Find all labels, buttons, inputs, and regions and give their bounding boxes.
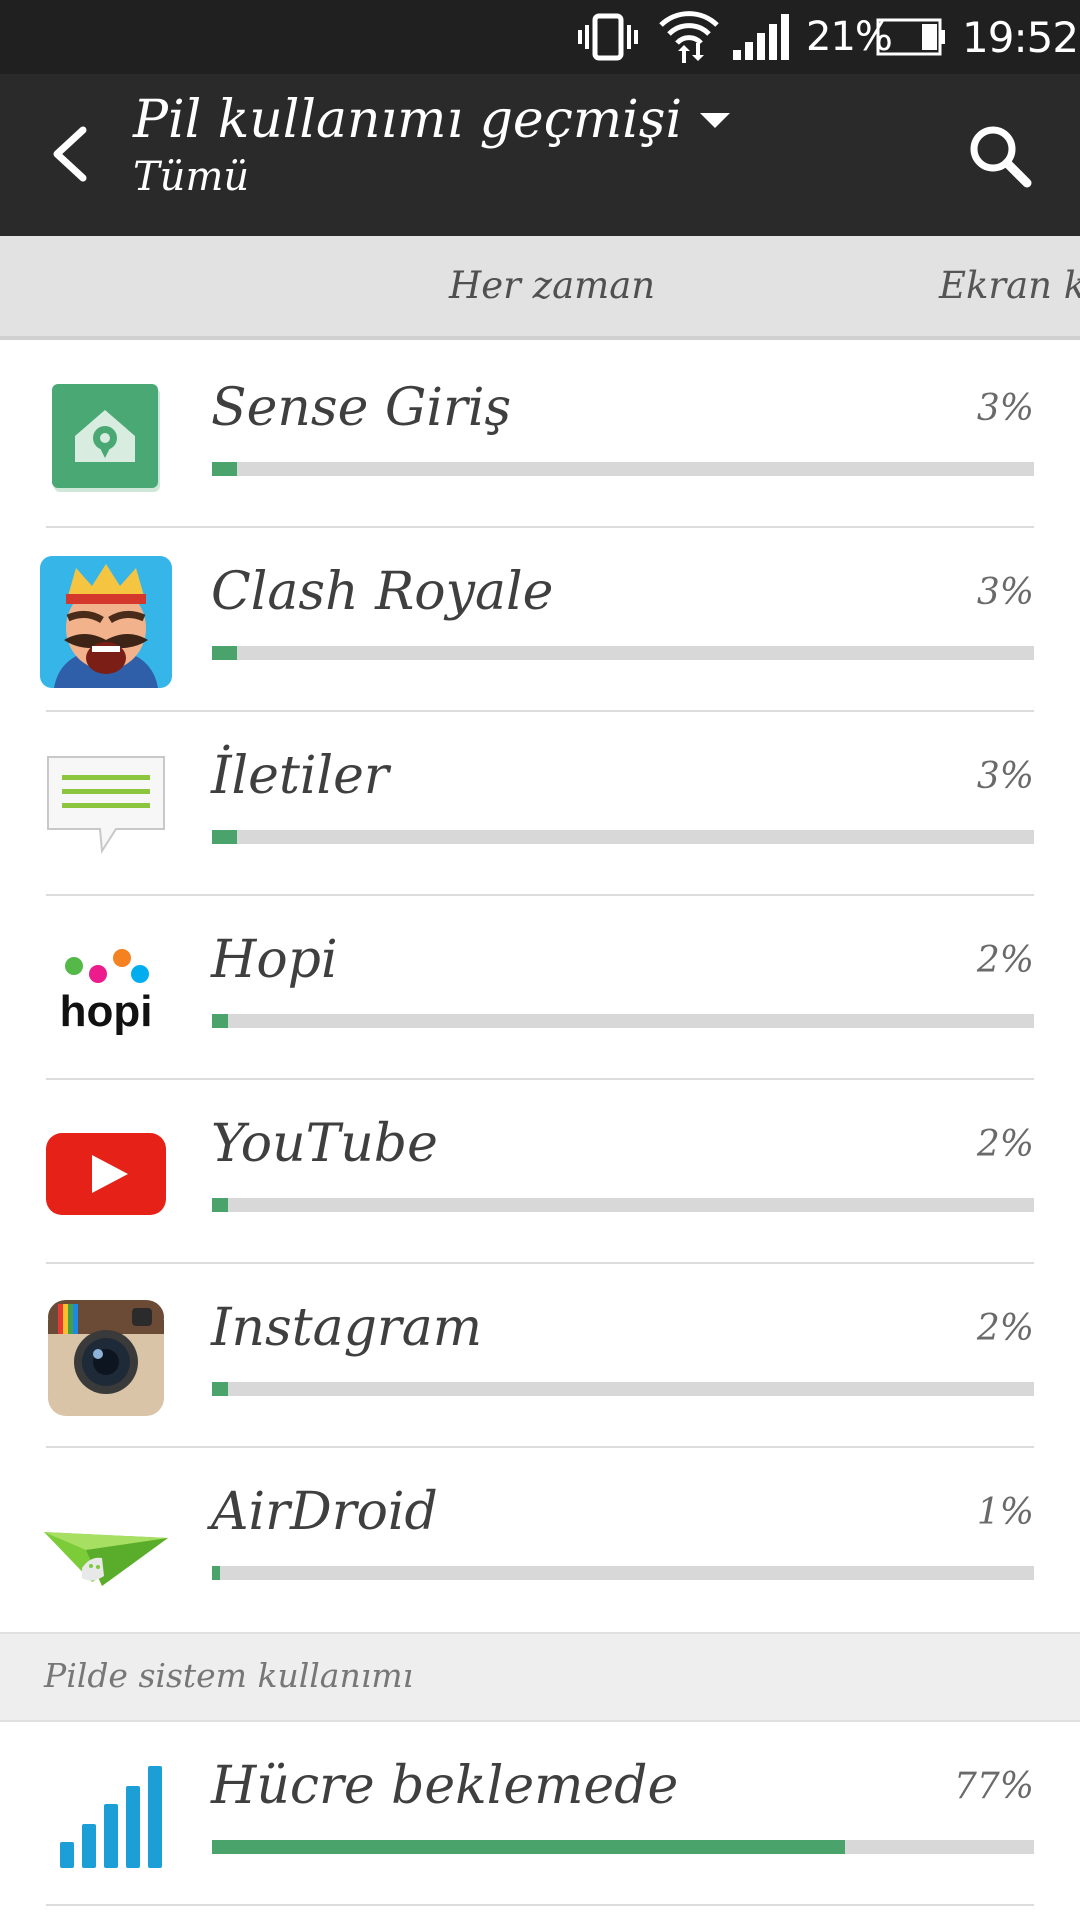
- app-name: Instagram: [211, 1298, 483, 1358]
- usage-bar-fill: [212, 1566, 221, 1580]
- section-header: Pilde sistem kullanımı: [0, 1632, 1080, 1722]
- usage-bar-fill: [212, 462, 237, 476]
- svg-text:hopi: hopi: [60, 987, 153, 1036]
- usage-bar: [212, 1566, 1034, 1580]
- app-name: Sense Giriş: [211, 378, 512, 438]
- list-item[interactable]: İletiler 3%: [0, 712, 1080, 896]
- list-item[interactable]: AirDroid 1%: [0, 1448, 1080, 1632]
- usage-bar-fill: [212, 1840, 845, 1854]
- usage-bar: [212, 1382, 1034, 1396]
- status-bar: 21% 19:52: [0, 0, 1080, 74]
- instagram-icon: [40, 1292, 172, 1424]
- usage-percent: 3%: [976, 756, 1034, 797]
- list-item[interactable]: Sense Giriş 3%: [0, 344, 1080, 528]
- usage-bar-fill: [212, 1382, 229, 1396]
- usage-percent: 77%: [953, 1766, 1034, 1807]
- usage-percent: 3%: [976, 572, 1034, 613]
- wifi-icon: [658, 0, 720, 74]
- dropdown-caret-icon: [700, 112, 731, 128]
- usage-percent: 2%: [976, 940, 1034, 981]
- battery-icon: [876, 0, 946, 74]
- section-title: Pilde sistem kullanımı: [44, 1656, 414, 1695]
- title-dropdown[interactable]: Pil kullanımı geçmişi Tümü: [133, 90, 731, 200]
- app-name: Hopi: [211, 930, 338, 990]
- vibrate-icon: [578, 0, 638, 74]
- back-button[interactable]: [34, 114, 104, 194]
- usage-bar: [212, 646, 1034, 660]
- signal-icon: [733, 0, 789, 74]
- usage-percent: 3%: [976, 388, 1034, 429]
- usage-bar-fill: [212, 646, 237, 660]
- app-name: YouTube: [211, 1114, 438, 1174]
- list-item[interactable]: Clash Royale 3%: [0, 528, 1080, 712]
- tab-her-zaman[interactable]: Her zaman: [449, 264, 655, 307]
- app-name: Hücre beklemede: [211, 1756, 679, 1816]
- usage-bar: [212, 1198, 1034, 1212]
- list-item[interactable]: hopi Hopi 2%: [0, 896, 1080, 1080]
- tab-ekran[interactable]: Ekran k: [939, 264, 1080, 307]
- usage-percent: 1%: [976, 1492, 1034, 1533]
- list-item[interactable]: Hücre beklemede 77%: [0, 1722, 1080, 1906]
- usage-bar: [212, 1840, 1034, 1854]
- cell-standby-icon: [40, 1750, 172, 1882]
- messages-icon: [40, 740, 172, 872]
- clash-royale-icon: [40, 556, 172, 688]
- app-bar: Pil kullanımı geçmişi Tümü: [0, 74, 1080, 236]
- usage-percent: 2%: [976, 1308, 1034, 1349]
- usage-bar: [212, 462, 1034, 476]
- list-item[interactable]: Instagram 2%: [0, 1264, 1080, 1448]
- page-title: Pil kullanımı geçmişi: [133, 90, 683, 150]
- sense-home-icon: [40, 372, 172, 504]
- usage-bar: [212, 830, 1034, 844]
- app-name: İletiler: [211, 746, 389, 806]
- usage-bar-fill: [212, 830, 237, 844]
- usage-bar-fill: [212, 1198, 229, 1212]
- page-subtitle: Tümü: [133, 154, 250, 200]
- usage-bar-fill: [212, 1014, 229, 1028]
- airdroid-icon: [40, 1476, 172, 1608]
- search-button[interactable]: [960, 116, 1040, 196]
- usage-bar: [212, 1014, 1034, 1028]
- tab-strip: Her zaman Ekran k: [0, 236, 1080, 340]
- app-name: Clash Royale: [211, 562, 554, 622]
- list-item[interactable]: YouTube 2%: [0, 1080, 1080, 1264]
- usage-percent: 2%: [976, 1124, 1034, 1165]
- clock: 19:52: [962, 12, 1079, 62]
- app-name: AirDroid: [211, 1482, 438, 1542]
- search-icon: [970, 126, 1032, 188]
- youtube-icon: [40, 1108, 172, 1240]
- back-arrow-icon: [53, 126, 87, 182]
- hopi-icon: hopi: [40, 924, 172, 1056]
- divider: [46, 1904, 1034, 1906]
